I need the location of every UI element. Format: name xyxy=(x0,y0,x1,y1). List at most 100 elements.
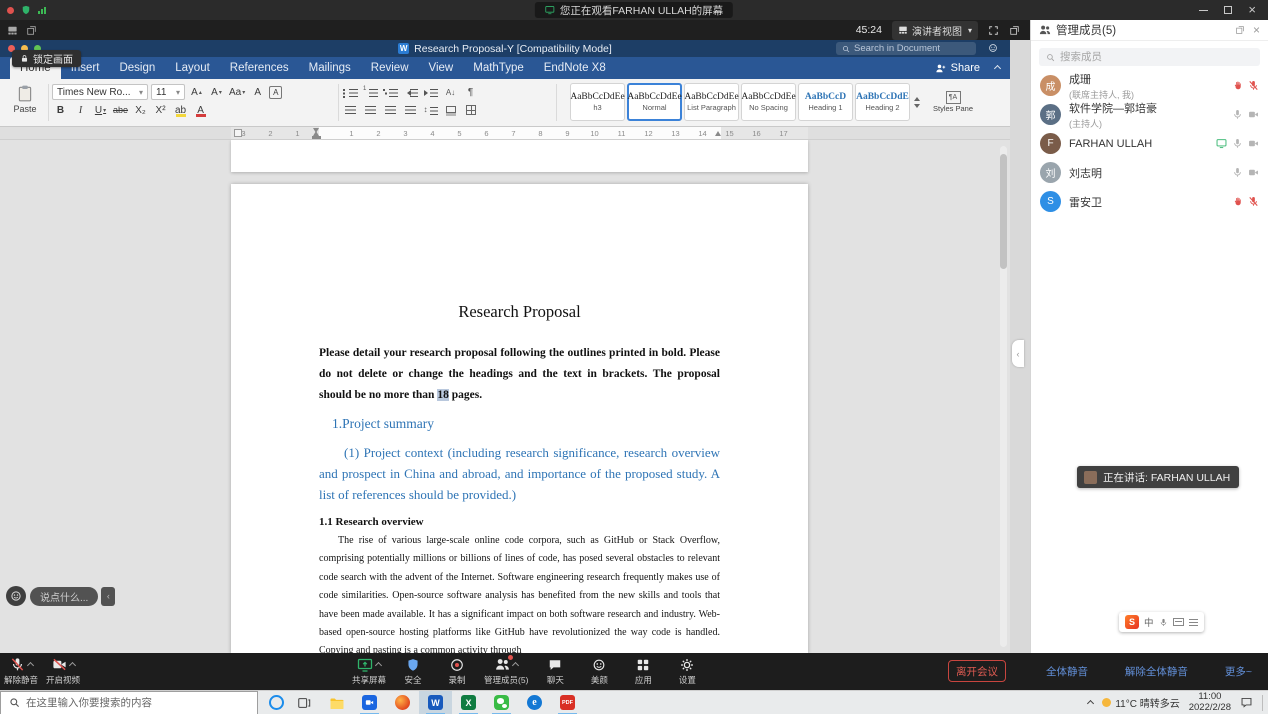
underline-button[interactable]: U xyxy=(92,102,109,118)
fullscreen-icon[interactable] xyxy=(988,25,999,36)
font-name-select[interactable]: Times New Ro... xyxy=(52,84,148,100)
doc-heading-summary[interactable]: 1.Project summary xyxy=(332,414,720,434)
shrink-font-button[interactable]: A xyxy=(208,84,225,100)
popout-panel-icon[interactable] xyxy=(1235,25,1245,35)
pdf-icon[interactable]: PDF xyxy=(551,691,584,714)
document-page[interactable]: Research Proposal Please detail your res… xyxy=(231,184,808,653)
unmute-button[interactable]: 解除静音 xyxy=(4,656,38,686)
taskbar-search-input[interactable] xyxy=(26,697,249,709)
highlight-button[interactable]: ab xyxy=(172,102,189,118)
action-center-icon[interactable] xyxy=(1240,696,1253,709)
styles-pane-button[interactable]: Styles Pane xyxy=(927,91,979,113)
style-card[interactable]: AaBbCcDdE Heading 2 xyxy=(855,83,910,121)
ribbon-tab[interactable]: View xyxy=(419,57,464,79)
cortana-button[interactable] xyxy=(269,695,284,710)
collapse-chat-icon[interactable] xyxy=(101,587,115,606)
wechat-icon[interactable] xyxy=(485,691,518,714)
mute-all-button[interactable]: 全体静音 xyxy=(1046,664,1088,679)
mic-icon[interactable] xyxy=(1232,138,1243,149)
gallery-scroll-down-icon[interactable] xyxy=(914,104,920,111)
record-button[interactable]: 录制 xyxy=(440,656,474,686)
mic-muted-icon[interactable] xyxy=(1248,80,1259,91)
align-right-button[interactable] xyxy=(382,102,399,118)
clock[interactable]: 11:00 2022/2/28 xyxy=(1189,692,1231,714)
document-search-field[interactable]: Search in Document xyxy=(836,42,976,55)
document-scrollbar[interactable] xyxy=(1000,146,1007,647)
style-card[interactable]: AaBbCcDdEe h3 xyxy=(570,83,625,121)
leave-meeting-button[interactable]: 离开会议 xyxy=(948,660,1006,682)
quick-chat-bubble[interactable]: 说点什么... xyxy=(6,586,115,606)
file-explorer-icon[interactable] xyxy=(320,691,353,714)
indent-button[interactable] xyxy=(422,84,439,100)
task-view-button[interactable] xyxy=(297,696,311,710)
chat-input-hint[interactable]: 说点什么... xyxy=(30,587,98,606)
tab-selector[interactable] xyxy=(234,129,242,137)
strikethrough-button[interactable]: abe xyxy=(112,102,129,118)
member-row[interactable]: 郭 软件学院—郭培豪 (主持人) xyxy=(1031,100,1268,129)
popout-icon[interactable] xyxy=(1009,25,1020,36)
chevron-up-icon[interactable] xyxy=(68,662,75,669)
security-button[interactable]: 安全 xyxy=(396,656,430,686)
clear-format-button[interactable]: A xyxy=(249,84,266,100)
bold-button[interactable]: B xyxy=(52,102,69,118)
taskbar-search[interactable] xyxy=(0,691,258,714)
show-marks-button[interactable] xyxy=(462,84,479,100)
member-search[interactable] xyxy=(1039,48,1260,66)
view-mode-dropdown[interactable]: 演讲者视图 xyxy=(892,21,978,40)
justify-button[interactable] xyxy=(402,102,419,118)
numbered-list-button[interactable] xyxy=(362,84,379,100)
doc-heading-overview[interactable]: 1.1 Research overview xyxy=(319,515,720,529)
camera-icon[interactable] xyxy=(1248,167,1259,178)
mic-muted-icon[interactable] xyxy=(1248,196,1259,207)
ribbon-tab[interactable]: Review xyxy=(361,57,419,79)
unmute-all-button[interactable]: 解除全体静音 xyxy=(1125,664,1188,679)
document-area[interactable]: Research Proposal Please detail your res… xyxy=(0,140,1010,653)
chat-button[interactable]: 聊天 xyxy=(538,656,572,686)
member-search-input[interactable] xyxy=(1060,51,1253,63)
doc-title[interactable]: Research Proposal xyxy=(319,302,720,322)
ribbon-tab[interactable]: Layout xyxy=(165,57,220,79)
panel-collapse-handle[interactable] xyxy=(1012,340,1024,367)
apps-button[interactable]: 应用 xyxy=(626,656,660,686)
shading-button[interactable] xyxy=(442,102,459,118)
grow-font-button[interactable]: A xyxy=(188,84,205,100)
subscript-button[interactable]: X₂ xyxy=(132,102,149,118)
ribbon-tab[interactable]: Design xyxy=(109,57,165,79)
ime-language-toggle[interactable]: 中 xyxy=(1144,615,1154,629)
beauty-button[interactable]: 美颜 xyxy=(582,656,616,686)
change-case-button[interactable]: Aa xyxy=(228,84,246,100)
style-card[interactable]: AaBbCcDdEe Normal xyxy=(627,83,682,121)
weather-widget[interactable]: 11°C 晴转多云 xyxy=(1102,695,1179,710)
align-center-button[interactable] xyxy=(362,102,379,118)
ime-toolbar[interactable]: S 中 xyxy=(1119,612,1204,632)
doc-intro-paragraph[interactable]: Please detail your research proposal fol… xyxy=(319,343,720,406)
edge-icon[interactable]: e xyxy=(518,691,551,714)
close-panel-icon[interactable] xyxy=(1253,21,1260,39)
sogou-logo-icon[interactable]: S xyxy=(1125,615,1139,629)
member-row[interactable]: 刘 刘志明 xyxy=(1031,158,1268,187)
chevron-up-icon[interactable] xyxy=(26,662,33,669)
style-card[interactable]: AaBbCcD Heading 1 xyxy=(798,83,853,121)
excel-icon[interactable]: X xyxy=(452,691,485,714)
settings-button[interactable]: 设置 xyxy=(670,656,704,686)
font-size-select[interactable]: 11 xyxy=(151,84,185,100)
borders-button[interactable] xyxy=(462,102,479,118)
close-button[interactable] xyxy=(1248,1,1256,19)
outdent-button[interactable] xyxy=(402,84,419,100)
superscript-button[interactable]: X² xyxy=(152,102,169,118)
maximize-button[interactable] xyxy=(1224,6,1232,14)
scrollbar-thumb[interactable] xyxy=(1000,154,1007,269)
doc-blue-paragraph[interactable]: (1) Project context (including research … xyxy=(319,442,720,505)
hanging-indent-marker[interactable] xyxy=(313,128,319,136)
character-border-button[interactable]: A xyxy=(269,86,282,99)
member-row[interactable]: S 雷安卫 xyxy=(1031,187,1268,216)
font-color-button[interactable]: A xyxy=(192,102,209,118)
layout-view-icon[interactable] xyxy=(7,25,18,36)
ribbon-tab[interactable]: References xyxy=(220,57,299,79)
lock-screen-chip[interactable]: 锁定画面 xyxy=(12,50,81,67)
doc-body-paragraph[interactable]: The rise of various large-scale online c… xyxy=(319,532,720,653)
raised-hand-icon[interactable] xyxy=(1232,80,1243,91)
manage-members-button[interactable]: 管理成员(5) xyxy=(484,656,528,686)
mic-icon[interactable] xyxy=(1232,167,1243,178)
start-video-button[interactable]: 开启视频 xyxy=(46,656,80,686)
